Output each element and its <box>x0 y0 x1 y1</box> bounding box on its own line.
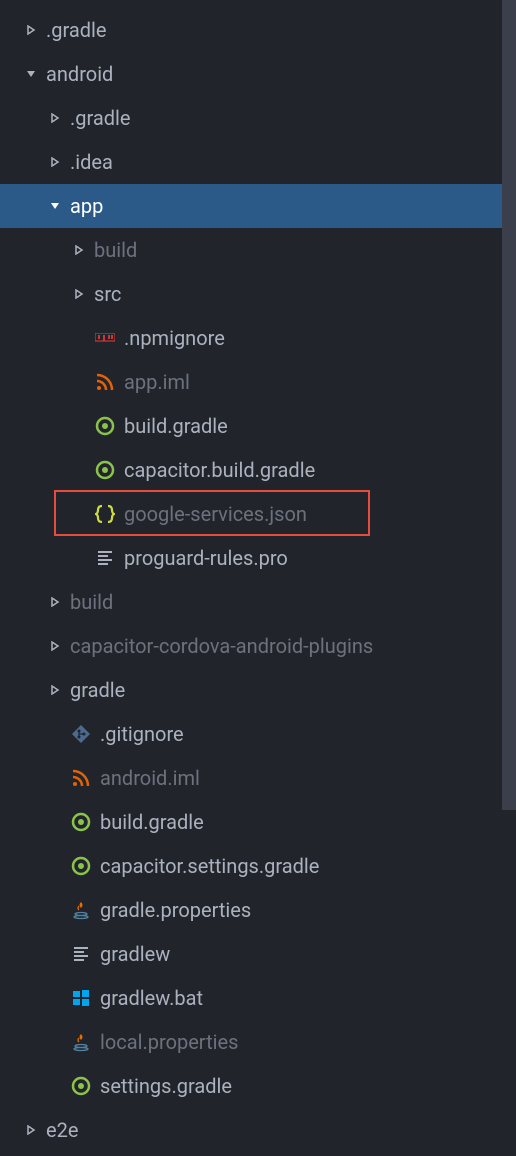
tree-item[interactable]: settings.gradle <box>0 1064 516 1108</box>
tree-item-label: capacitor.settings.gradle <box>100 854 319 878</box>
lines-icon <box>70 943 92 965</box>
tree-item-label: .gitignore <box>100 722 184 746</box>
tree-item[interactable]: app.iml <box>0 360 516 404</box>
git-icon <box>70 723 92 745</box>
chevron-placeholder <box>72 375 86 389</box>
chevron-placeholder <box>48 815 62 829</box>
gradle-icon <box>70 1075 92 1097</box>
tree-item-label: e2e <box>46 1118 78 1142</box>
tree-item-label: capacitor.build.gradle <box>124 458 315 482</box>
java-icon <box>70 899 92 921</box>
tree-item[interactable]: src <box>0 272 516 316</box>
java-icon <box>70 1031 92 1053</box>
tree-item-label: local.properties <box>100 1030 238 1054</box>
tree-item[interactable]: .gitignore <box>0 712 516 756</box>
gradle-icon <box>70 811 92 833</box>
tree-item[interactable]: proguard-rules.pro <box>0 536 516 580</box>
rss-icon <box>70 767 92 789</box>
chevron-placeholder <box>72 463 86 477</box>
tree-item-label: build.gradle <box>124 414 228 438</box>
scrollbar[interactable] <box>502 0 516 810</box>
chevron-placeholder <box>72 419 86 433</box>
chevron-placeholder <box>72 551 86 565</box>
chevron-placeholder <box>48 727 62 741</box>
tree-item[interactable]: gradle <box>0 668 516 712</box>
chevron-placeholder <box>48 947 62 961</box>
chevron-right-icon[interactable] <box>72 243 86 257</box>
tree-item[interactable]: capacitor.build.gradle <box>0 448 516 492</box>
chevron-right-icon[interactable] <box>24 23 38 37</box>
tree-item-label: build <box>94 238 137 262</box>
tree-item-label: gradle <box>70 678 125 702</box>
tree-item[interactable]: .gradle <box>0 8 516 52</box>
chevron-right-icon[interactable] <box>48 595 62 609</box>
tree-item[interactable]: build <box>0 580 516 624</box>
chevron-right-icon[interactable] <box>48 155 62 169</box>
tree-item[interactable]: app <box>0 184 516 228</box>
tree-item[interactable]: .npmignore <box>0 316 516 360</box>
tree-item-label: .npmignore <box>124 326 225 350</box>
gradle-icon <box>70 855 92 877</box>
tree-item[interactable]: gradle.properties <box>0 888 516 932</box>
tree-item[interactable]: build.gradle <box>0 800 516 844</box>
tree-item-label: .gradle <box>46 18 107 42</box>
tree-item[interactable]: .idea <box>0 140 516 184</box>
tree-item-label: capacitor-cordova-android-plugins <box>70 634 373 658</box>
chevron-placeholder <box>72 331 86 345</box>
tree-item[interactable]: build <box>0 228 516 272</box>
tree-item-label: .idea <box>70 150 113 174</box>
chevron-placeholder <box>48 991 62 1005</box>
tree-item-label: gradlew <box>100 942 170 966</box>
tree-item-label: app.iml <box>124 370 190 394</box>
windows-icon <box>70 987 92 1009</box>
npm-icon <box>94 327 116 349</box>
tree-item-label: android.iml <box>100 766 200 790</box>
rss-icon <box>94 371 116 393</box>
tree-item[interactable]: android <box>0 52 516 96</box>
tree-item[interactable]: local.properties <box>0 1020 516 1064</box>
chevron-placeholder <box>48 859 62 873</box>
file-tree: .gradle android .gradle .idea app build src.np… <box>0 0 516 1152</box>
tree-item[interactable]: gradlew <box>0 932 516 976</box>
chevron-right-icon[interactable] <box>48 683 62 697</box>
chevron-placeholder <box>48 1035 62 1049</box>
tree-item-label: gradlew.bat <box>100 986 203 1010</box>
tree-item[interactable]: e2e <box>0 1108 516 1152</box>
tree-item-label: src <box>94 282 121 306</box>
tree-item-label: build.gradle <box>100 810 204 834</box>
tree-item[interactable]: google-services.json <box>0 492 516 536</box>
chevron-placeholder <box>48 1079 62 1093</box>
tree-item[interactable]: capacitor.settings.gradle <box>0 844 516 888</box>
chevron-placeholder <box>48 771 62 785</box>
tree-item-label: android <box>46 62 113 86</box>
chevron-placeholder <box>48 903 62 917</box>
tree-item[interactable]: gradlew.bat <box>0 976 516 1020</box>
chevron-down-icon[interactable] <box>24 67 38 81</box>
chevron-right-icon[interactable] <box>24 1123 38 1137</box>
tree-item-label: google-services.json <box>124 502 307 526</box>
tree-item[interactable]: android.iml <box>0 756 516 800</box>
tree-item-label: settings.gradle <box>100 1074 232 1098</box>
json-icon <box>94 503 116 525</box>
chevron-right-icon[interactable] <box>48 639 62 653</box>
tree-item[interactable]: .gradle <box>0 96 516 140</box>
chevron-down-icon[interactable] <box>48 199 62 213</box>
tree-item[interactable]: capacitor-cordova-android-plugins <box>0 624 516 668</box>
chevron-right-icon[interactable] <box>48 111 62 125</box>
chevron-right-icon[interactable] <box>72 287 86 301</box>
chevron-placeholder <box>72 507 86 521</box>
tree-item-label: build <box>70 590 113 614</box>
tree-item-label: .gradle <box>70 106 131 130</box>
tree-item-label: app <box>70 194 103 218</box>
tree-item-label: gradle.properties <box>100 898 251 922</box>
gradle-icon <box>94 415 116 437</box>
tree-item-label: proguard-rules.pro <box>124 546 288 570</box>
tree-item[interactable]: build.gradle <box>0 404 516 448</box>
gradle-icon <box>94 459 116 481</box>
lines-icon <box>94 547 116 569</box>
